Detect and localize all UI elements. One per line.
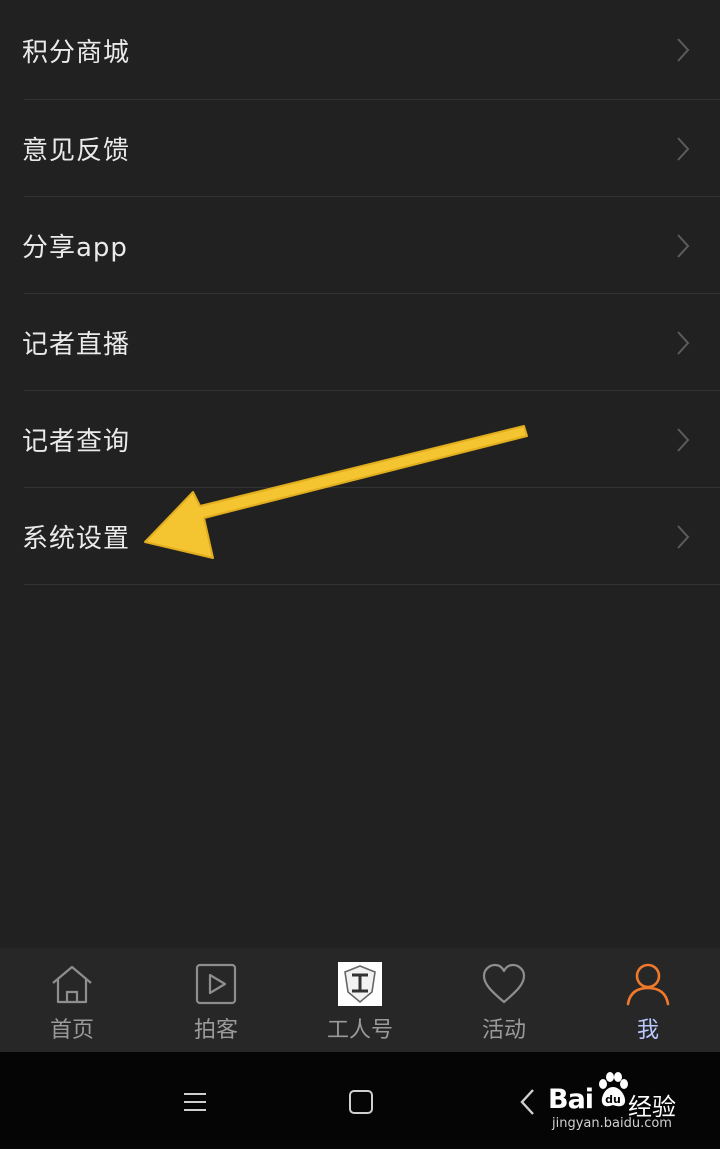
menu-item-reporter-query[interactable]: 记者查询	[0, 391, 720, 488]
tab-worker[interactable]: 工人号	[288, 948, 432, 1052]
paw-icon: du	[599, 1072, 628, 1107]
home-icon	[48, 960, 96, 1008]
tab-paike[interactable]: 拍客	[144, 948, 288, 1052]
chevron-right-icon	[677, 330, 690, 355]
menu-item-reporter-live[interactable]: 记者直播	[0, 294, 720, 391]
tab-label: 我	[636, 1018, 659, 1043]
menu-item-feedback[interactable]: 意见反馈	[0, 100, 720, 197]
bottom-tab-bar: 首页 拍客 工人号 活动 我	[0, 948, 720, 1052]
tab-label: 活动	[481, 1018, 526, 1043]
watermark-brand: Bai	[548, 1084, 594, 1115]
person-icon	[624, 960, 672, 1008]
menu-item-points-mall[interactable]: 积分商城	[0, 0, 720, 100]
chevron-right-icon	[677, 524, 690, 549]
play-icon	[192, 960, 240, 1008]
tab-me[interactable]: 我	[576, 948, 720, 1052]
menu-item-label: 分享app	[22, 233, 128, 263]
chevron-right-icon	[677, 38, 690, 62]
back-icon[interactable]	[508, 1082, 548, 1122]
tab-activity[interactable]: 活动	[432, 948, 576, 1052]
menu-item-label: 积分商城	[22, 37, 131, 68]
heart-icon	[480, 960, 528, 1008]
watermark-url: jingyan.baidu.com	[552, 1116, 672, 1131]
menu-item-system-settings[interactable]: 系统设置	[0, 488, 720, 585]
tab-label: 拍客	[193, 1018, 238, 1043]
chevron-right-icon	[677, 136, 690, 161]
menu-item-share-app[interactable]: 分享app	[0, 197, 720, 294]
chevron-right-icon	[677, 233, 690, 258]
baidu-watermark: Bai du 经验 jingyan.baidu.com	[548, 1068, 718, 1138]
settings-menu: 积分商城 意见反馈 分享app 记者直播 记者查询 系统设置	[0, 0, 720, 585]
svg-text:du: du	[605, 1093, 621, 1106]
menu-item-label: 记者直播	[22, 330, 131, 360]
tab-label: 首页	[49, 1018, 94, 1043]
menu-item-label: 意见反馈	[22, 136, 131, 166]
tab-home[interactable]: 首页	[0, 948, 144, 1052]
menu-icon[interactable]	[175, 1082, 215, 1122]
tab-label: 工人号	[326, 1018, 393, 1043]
chevron-right-icon	[677, 427, 690, 452]
worker-logo-icon	[336, 960, 384, 1008]
menu-item-label: 记者查询	[22, 427, 131, 457]
home-square-icon[interactable]	[341, 1082, 381, 1122]
menu-item-label: 系统设置	[22, 524, 131, 554]
